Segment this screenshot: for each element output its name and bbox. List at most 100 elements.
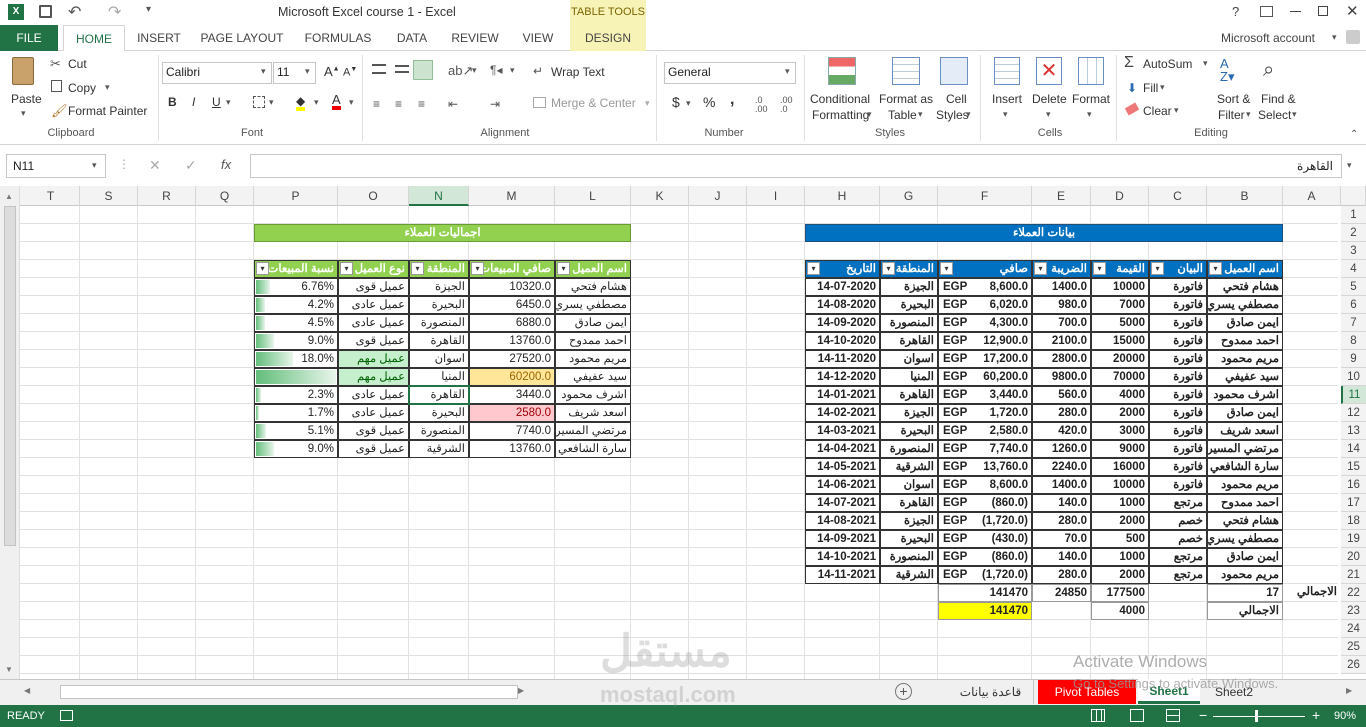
- right-table-cell[interactable]: 15000: [1091, 332, 1149, 350]
- right-table-cell[interactable]: ايمن صادق: [1207, 404, 1283, 422]
- cell-styles-label2[interactable]: Styles: [936, 108, 969, 122]
- fill-color-dropdown-icon[interactable]: ▾: [314, 97, 319, 108]
- tab-page-layout[interactable]: PAGE LAYOUT: [196, 25, 288, 51]
- right-table-cell[interactable]: مرتجع: [1149, 566, 1207, 584]
- clear-button[interactable]: Clear: [1143, 104, 1172, 118]
- zoom-in-icon[interactable]: +: [1312, 707, 1320, 723]
- hscroll-left-icon[interactable]: ◀: [24, 686, 30, 695]
- column-header-a[interactable]: A: [1283, 186, 1341, 206]
- scroll-up-icon[interactable]: ▲: [5, 192, 13, 201]
- tab-insert[interactable]: INSERT: [130, 25, 188, 51]
- right-table-cell[interactable]: 4000: [1091, 386, 1149, 404]
- right-table-cell[interactable]: 1000: [1091, 494, 1149, 512]
- column-header-t[interactable]: T: [22, 186, 80, 206]
- sheet-tab-data[interactable]: قاعدة بيانات: [948, 680, 1034, 704]
- right-table-cell[interactable]: اسعد شريف: [1207, 422, 1283, 440]
- right-table-cell[interactable]: مريم محمود: [1207, 476, 1283, 494]
- ribbon-display-icon[interactable]: [1260, 6, 1273, 17]
- format-table-dropdown-icon[interactable]: ▾: [918, 109, 923, 120]
- right-table-cell[interactable]: 14-09-2020: [805, 314, 880, 332]
- filter-dropdown-icon[interactable]: ▾: [1093, 262, 1106, 275]
- left-table-cell[interactable]: المنيا: [409, 368, 469, 386]
- right-table-cell[interactable]: 10000: [1091, 476, 1149, 494]
- autosum-button[interactable]: AutoSum: [1143, 57, 1192, 71]
- left-table-cell[interactable]: 60200.0: [469, 368, 555, 386]
- left-table-cell[interactable]: عميل قوى: [338, 422, 409, 440]
- right-table-cell[interactable]: المنصورة: [880, 548, 938, 566]
- filter-dropdown-icon[interactable]: ▾: [1151, 262, 1164, 275]
- new-sheet-icon[interactable]: +: [895, 683, 912, 700]
- left-table-cell[interactable]: مصطفي يسري: [555, 296, 631, 314]
- align-right-icon[interactable]: ≡: [418, 97, 425, 111]
- filter-dropdown-icon[interactable]: ▾: [882, 262, 895, 275]
- column-header-s[interactable]: S: [80, 186, 138, 206]
- right-table-cell[interactable]: المنصورة: [880, 314, 938, 332]
- right-table-cell[interactable]: اشرف محمود: [1207, 386, 1283, 404]
- right-table-cell[interactable]: هشام فتحي: [1207, 278, 1283, 296]
- left-table-cell[interactable]: الشرقية: [409, 440, 469, 458]
- right-table-cell[interactable]: ايمن صادق: [1207, 548, 1283, 566]
- column-header-f[interactable]: F: [938, 186, 1032, 206]
- right-table-cell[interactable]: 14-02-2021: [805, 404, 880, 422]
- right-table-cell[interactable]: القاهرة: [880, 332, 938, 350]
- right-table-cell[interactable]: 70.0: [1032, 530, 1091, 548]
- right-table-cell[interactable]: القاهرة: [880, 386, 938, 404]
- macro-record-icon[interactable]: [60, 710, 73, 721]
- autosum-icon[interactable]: Σ: [1124, 54, 1134, 72]
- column-header-p[interactable]: P: [254, 186, 338, 206]
- italic-button[interactable]: I: [192, 95, 195, 109]
- find-select-label2[interactable]: Select: [1258, 108, 1291, 122]
- left-table-cell[interactable]: البحيرة: [409, 404, 469, 422]
- right-table-cell[interactable]: 2240.0: [1032, 458, 1091, 476]
- left-table-cell[interactable]: ايمن صادق: [555, 314, 631, 332]
- left-table-cell[interactable]: اشرف محمود: [555, 386, 631, 404]
- left-table-cell[interactable]: عميل قوى: [338, 332, 409, 350]
- row-header-2[interactable]: 2: [1341, 224, 1366, 242]
- left-table-cell[interactable]: 3440.0: [469, 386, 555, 404]
- row-header-20[interactable]: 20: [1341, 548, 1366, 566]
- worksheet-grid[interactable]: اجماليات العملاء اسم العميل ▾ صافي المبيعات…: [20, 206, 1338, 679]
- total-label[interactable]: الاجمالي: [1283, 584, 1338, 602]
- right-table-cell[interactable]: المنيا: [880, 368, 938, 386]
- right-table-cell[interactable]: 2800.0: [1032, 350, 1091, 368]
- row-header-12[interactable]: 12: [1341, 404, 1366, 422]
- right-table-cell[interactable]: 140.0: [1032, 494, 1091, 512]
- right-table-title[interactable]: بيانات العملاء: [805, 224, 1283, 242]
- right-table-cell[interactable]: الجيزة: [880, 278, 938, 296]
- left-table-cell[interactable]: 7740.0: [469, 422, 555, 440]
- decrease-indent-icon[interactable]: ⇤: [448, 97, 458, 111]
- left-table-cell[interactable]: الجيزة: [409, 278, 469, 296]
- right-table-cell[interactable]: 14-09-2021: [805, 530, 880, 548]
- left-table-cell[interactable]: عميل عادى: [338, 404, 409, 422]
- right-table-cell[interactable]: اسوان: [880, 350, 938, 368]
- fill-color-icon[interactable]: ◆: [296, 95, 306, 111]
- right-table-cell[interactable]: خصم: [1149, 530, 1207, 548]
- column-header-i[interactable]: I: [747, 186, 805, 206]
- normal-view-icon[interactable]: [1091, 709, 1105, 722]
- right-table-cell[interactable]: 1400.0: [1032, 278, 1091, 296]
- right-table-cell[interactable]: 280.0: [1032, 512, 1091, 530]
- delete-cells-button[interactable]: Delete: [1032, 92, 1067, 106]
- paste-button[interactable]: Paste: [11, 92, 42, 106]
- right-table-cell[interactable]: 14-04-2021: [805, 440, 880, 458]
- cut-icon[interactable]: ✂: [50, 56, 61, 72]
- right-table-cell[interactable]: المنصورة: [880, 440, 938, 458]
- delete-cells-icon[interactable]: ✕: [1036, 57, 1062, 85]
- right-table-cell[interactable]: البحيرة: [880, 296, 938, 314]
- right-table-cell[interactable]: 9800.0: [1032, 368, 1091, 386]
- clear-icon[interactable]: [1124, 102, 1140, 116]
- right-table-cell[interactable]: 14-12-2020: [805, 368, 880, 386]
- cancel-entry-icon[interactable]: ✕: [149, 157, 161, 174]
- right-table-cell[interactable]: فاتورة: [1149, 404, 1207, 422]
- row-header-11[interactable]: 11: [1341, 386, 1366, 404]
- right-table-cell[interactable]: 3,440.0 EGP: [938, 386, 1032, 404]
- right-table-cell[interactable]: 280.0: [1032, 566, 1091, 584]
- right-table-cell[interactable]: 60,200.0 EGP: [938, 368, 1032, 386]
- zoom-thumb[interactable]: [1255, 710, 1258, 722]
- name-box[interactable]: N11: [6, 154, 106, 178]
- conditional-formatting-label2[interactable]: Formatting: [812, 108, 869, 122]
- right-table-cell[interactable]: 14-08-2020: [805, 296, 880, 314]
- right-table-cell[interactable]: الجيزة: [880, 404, 938, 422]
- filter-dropdown-icon[interactable]: ▾: [940, 262, 953, 275]
- right-table-cell[interactable]: 16000: [1091, 458, 1149, 476]
